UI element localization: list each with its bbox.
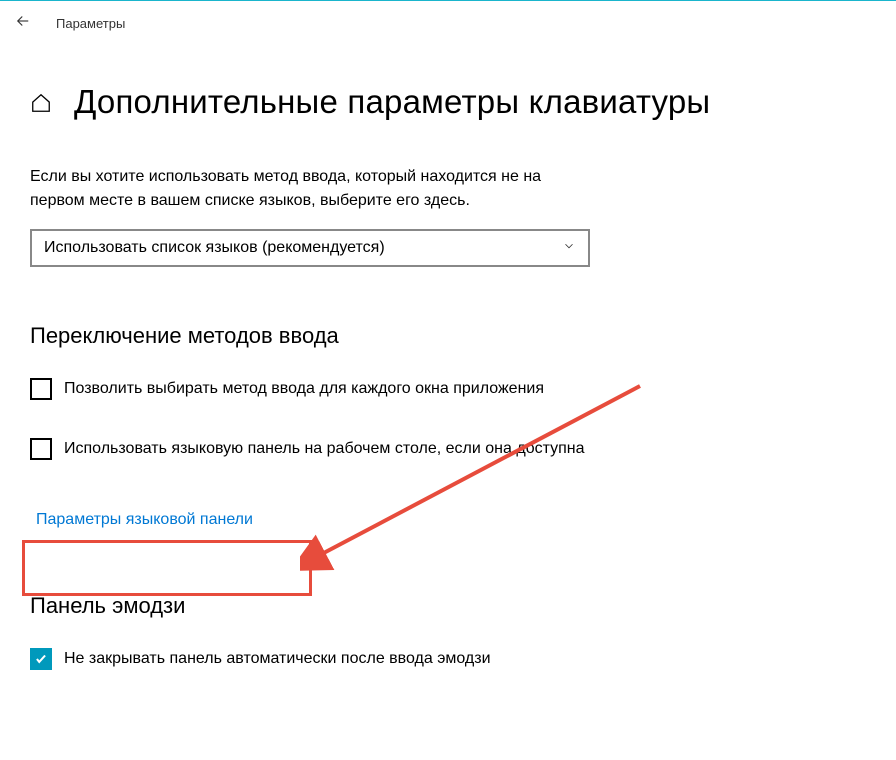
- input-method-dropdown[interactable]: Использовать список языков (рекомендуетс…: [30, 229, 590, 267]
- chevron-down-icon: [562, 239, 576, 258]
- page-header: Дополнительные параметры клавиатуры: [30, 83, 866, 121]
- checkbox-label-emoji: Не закрывать панель автоматически после …: [64, 647, 491, 671]
- checkbox-row-emoji: Не закрывать панель автоматически после …: [30, 647, 620, 671]
- section-title-emoji: Панель эмодзи: [30, 593, 866, 619]
- checkbox-row-per-window: Позволить выбирать метод ввода для каждо…: [30, 377, 620, 401]
- titlebar: Параметры: [0, 0, 896, 47]
- checkbox-lang-bar[interactable]: [30, 438, 52, 460]
- top-accent-divider: [0, 0, 896, 1]
- checkbox-emoji-autoclose[interactable]: [30, 648, 52, 670]
- section-emoji: Панель эмодзи Не закрывать панель автома…: [30, 593, 866, 671]
- lang-bar-settings-link[interactable]: Параметры языковой панели: [30, 497, 259, 543]
- back-button[interactable]: [14, 12, 32, 35]
- checkbox-row-lang-bar: Использовать языковую панель на рабочем …: [30, 437, 620, 461]
- page-title: Дополнительные параметры клавиатуры: [74, 83, 710, 121]
- checkbox-label-per-window: Позволить выбирать метод ввода для каждо…: [64, 377, 544, 401]
- content-area: Дополнительные параметры клавиатуры Если…: [0, 47, 896, 671]
- checkbox-label-lang-bar: Использовать языковую панель на рабочем …: [64, 437, 585, 461]
- intro-description: Если вы хотите использовать метод ввода,…: [30, 165, 600, 213]
- dropdown-selected-text: Использовать список языков (рекомендуетс…: [44, 239, 385, 257]
- checkbox-per-window[interactable]: [30, 378, 52, 400]
- window-title: Параметры: [56, 16, 125, 31]
- home-icon[interactable]: [30, 92, 52, 119]
- section-title-input-switch: Переключение методов ввода: [30, 323, 866, 349]
